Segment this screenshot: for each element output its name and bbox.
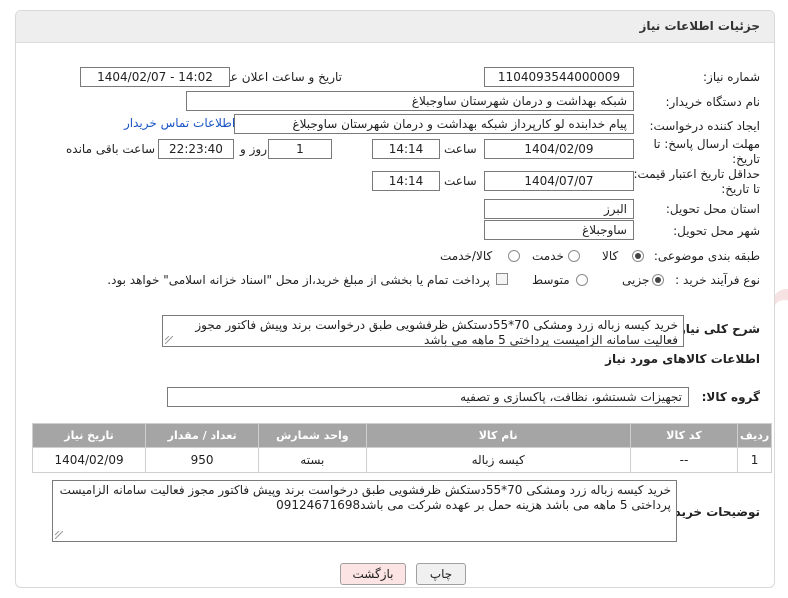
buyer-notes-text: خرید کیسه زباله زرد ومشکی 70*55دستکش ظرف…: [59, 483, 671, 512]
validity-label-date: تا تاریخ:: [721, 182, 760, 196]
resize-grip-icon[interactable]: [165, 336, 173, 344]
panel-title: جزئیات اطلاعات نیاز: [639, 19, 760, 33]
category-option-service: خدمت: [532, 249, 564, 263]
deadline-label: مهلت ارسال پاسخ: تا: [653, 137, 760, 151]
validity-date-field: 1404/07/07: [484, 171, 634, 191]
description-textarea: خرید کیسه زباله زرد ومشکی 70*55دستکش ظرف…: [162, 315, 684, 347]
table-row: 1 -- کیسه زباله بسته 950 1404/02/09: [31, 447, 772, 473]
col-name: نام کالا: [365, 423, 631, 448]
cell-unit: بسته: [258, 447, 367, 473]
validity-label: حداقل تاریخ اعتبار قیمت:: [633, 167, 760, 181]
category-option-goods-service: کالا/خدمت: [440, 249, 493, 263]
buyer-notes-textarea: خرید کیسه زباله زرد ومشکی 70*55دستکش ظرف…: [52, 480, 677, 542]
announce-field: 1404/02/07 - 14:02: [80, 67, 230, 87]
treasury-payment-note: پرداخت تمام یا بخشی از مبلغ خرید،از محل …: [107, 273, 490, 287]
province-label: استان محل تحویل:: [665, 202, 760, 216]
goods-table-header: ردیف کد کالا نام کالا واحد شمارش تعداد /…: [31, 423, 772, 448]
col-unit: واحد شمارش: [258, 423, 367, 448]
col-row: ردیف: [737, 423, 772, 448]
creator-label: ایجاد کننده درخواست:: [649, 119, 760, 133]
process-label: نوع فرآیند خرید :: [675, 273, 760, 287]
print-button[interactable]: چاپ: [416, 563, 466, 585]
deadline-time-label: ساعت: [444, 142, 477, 156]
province-field: البرز: [484, 199, 634, 219]
validity-time-label: ساعت: [444, 174, 477, 188]
col-need-date: تاریخ نیاز: [31, 423, 147, 448]
category-radio-goods[interactable]: [632, 250, 644, 262]
process-radio-minor[interactable]: [652, 274, 664, 286]
goods-table: ردیف کد کالا نام کالا واحد شمارش تعداد /…: [31, 423, 772, 473]
treasury-payment-checkbox[interactable]: [496, 273, 508, 285]
resize-grip-icon[interactable]: [55, 531, 63, 539]
buyer-contact-link[interactable]: اطلاعات تماس خریدار: [124, 116, 235, 130]
cell-quantity: 950: [145, 447, 260, 473]
cell-need-date: 1404/02/09: [31, 447, 147, 473]
days-field: 1: [268, 139, 332, 159]
deadline-label-date: تاریخ:: [732, 152, 760, 166]
category-option-goods: کالا: [602, 249, 619, 263]
process-option-minor: جزیی: [622, 273, 650, 287]
panel-header: جزئیات اطلاعات نیاز: [16, 11, 774, 43]
process-radio-medium[interactable]: [576, 274, 588, 286]
need-number-field: 1104093544000009: [484, 67, 634, 87]
category-label: طبقه بندی موضوعی:: [653, 249, 760, 263]
cell-row: 1: [737, 447, 772, 473]
cell-name: کیسه زباله: [365, 447, 631, 473]
remaining-time-field: 22:23:40: [158, 139, 234, 159]
goods-group-label: گروه کالا:: [701, 390, 760, 404]
back-button[interactable]: بازگشت: [340, 563, 406, 585]
buyer-org-field: شبکه بهداشت و درمان شهرستان ساوجبلاغ: [186, 91, 634, 111]
deadline-time-field: 14:14: [372, 139, 440, 159]
creator-field: پیام خدابنده لو کارپرداز شبکه بهداشت و د…: [234, 114, 634, 134]
validity-time-field: 14:14: [372, 171, 440, 191]
description-text: خرید کیسه زباله زرد ومشکی 70*55دستکش ظرف…: [195, 318, 678, 347]
category-radio-goods-service[interactable]: [508, 250, 520, 262]
col-code: کد کالا: [629, 423, 739, 448]
need-number-label: شماره نیاز:: [703, 70, 760, 84]
goods-section-title: اطلاعات کالاهای مورد نیاز: [605, 352, 760, 366]
deadline-date-field: 1404/02/09: [484, 139, 634, 159]
description-label: شرح کلی نیاز:: [674, 322, 760, 336]
process-option-medium: متوسط: [532, 273, 570, 287]
days-label: روز و: [240, 142, 267, 156]
remaining-label: ساعت باقی مانده: [66, 142, 156, 156]
col-quantity: تعداد / مقدار: [145, 423, 260, 448]
city-label: شهر محل تحویل:: [673, 224, 760, 238]
goods-group-field: تجهیزات شستشو، نظافت، پاکسازی و تصفیه: [167, 387, 689, 407]
city-field: ساوجبلاغ: [484, 220, 634, 240]
buyer-org-label: نام دستگاه خریدار:: [665, 95, 761, 109]
category-radio-service[interactable]: [568, 250, 580, 262]
cell-code: --: [629, 447, 739, 473]
